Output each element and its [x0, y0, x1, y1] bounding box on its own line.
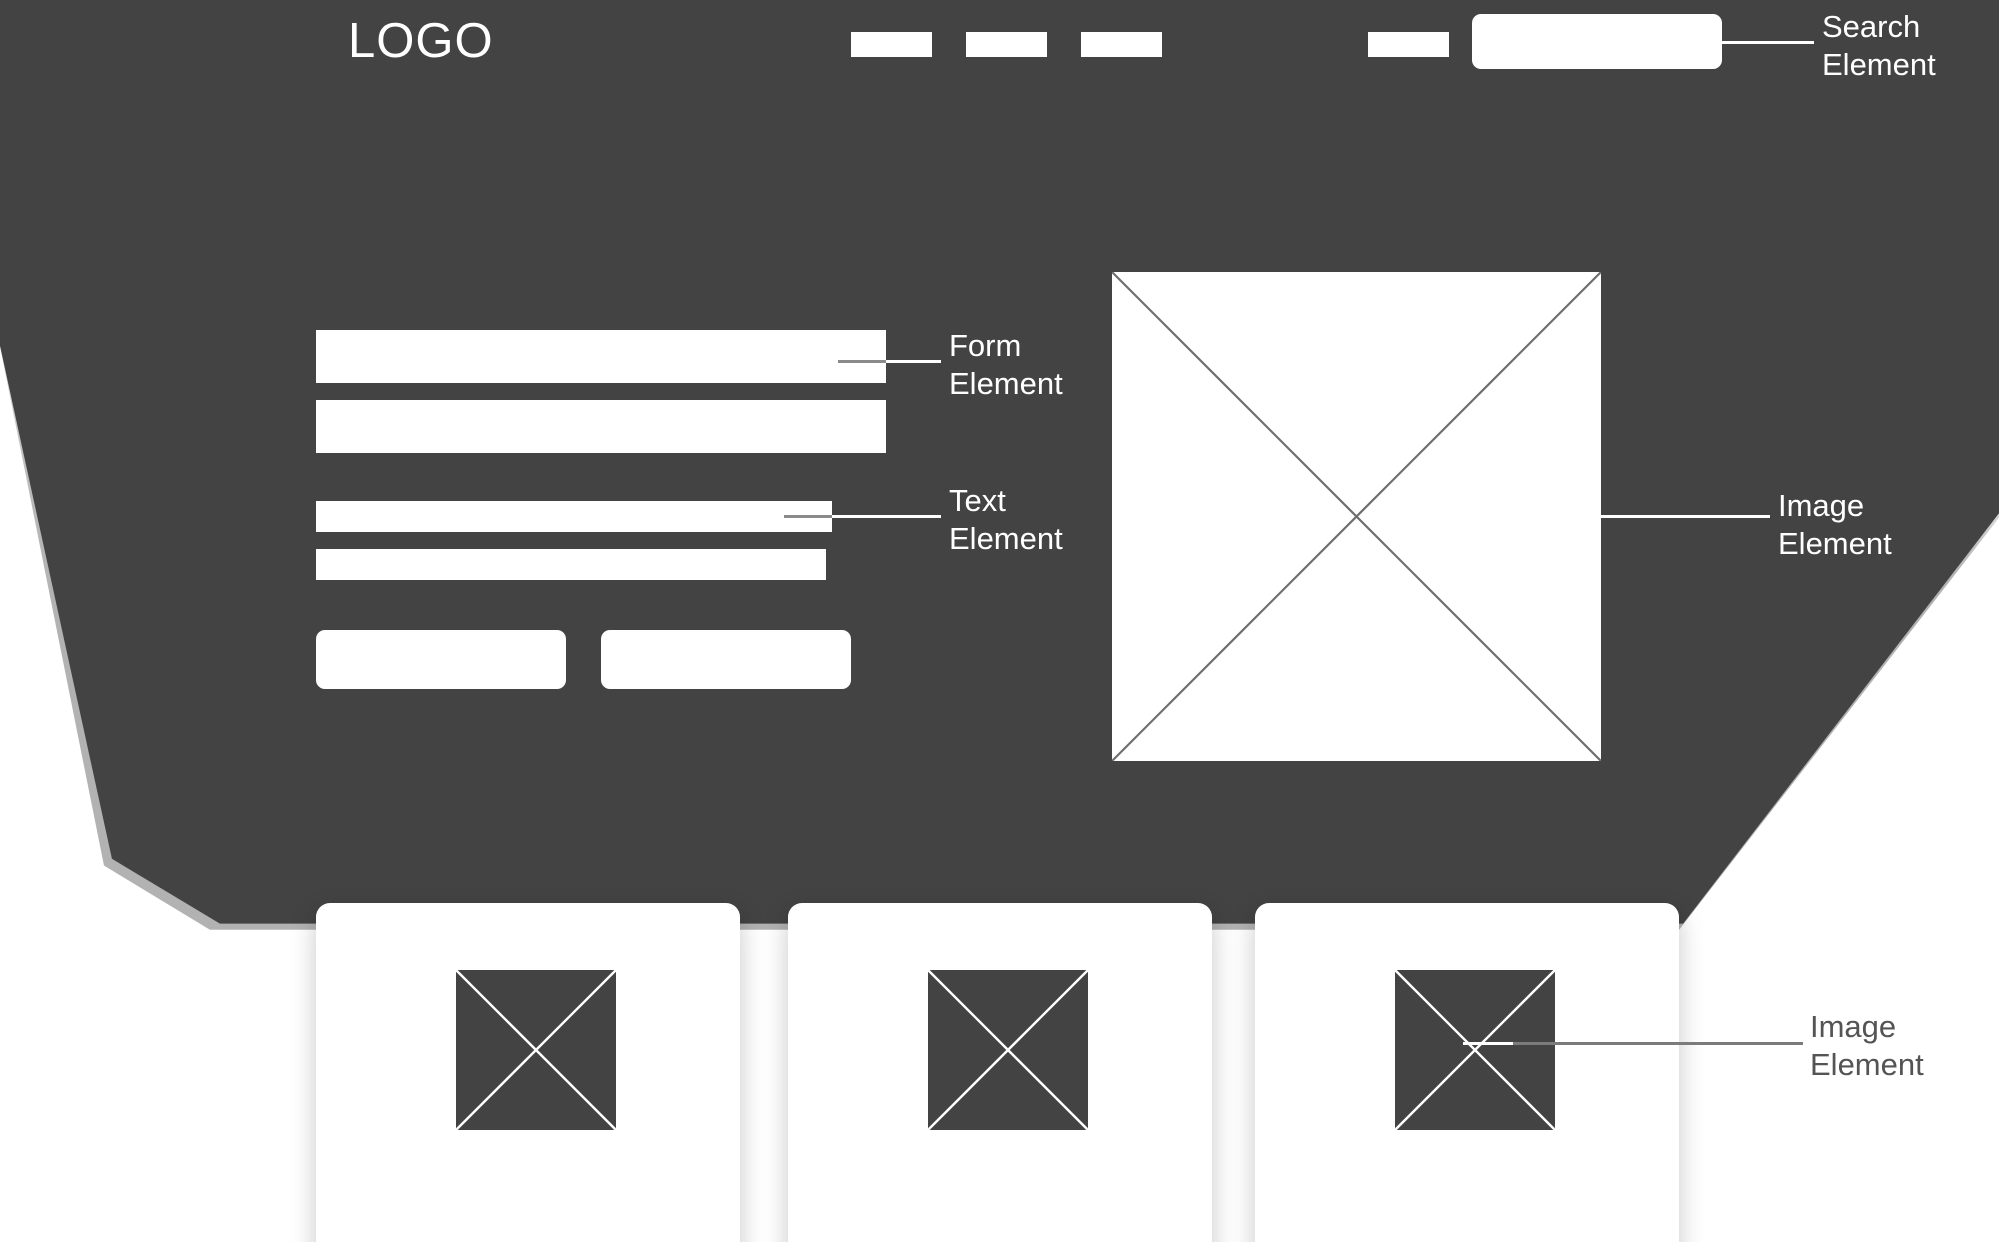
text-line-2 — [316, 549, 826, 580]
card-2-thumbnail — [928, 970, 1088, 1130]
hero-image-placeholder[interactable] — [1112, 272, 1601, 761]
search-callout-label: Search Element — [1822, 9, 1936, 82]
nav-item-1[interactable] — [851, 32, 932, 57]
text-callout-leader-inner — [784, 515, 832, 518]
card-image-callout-leader — [1513, 1042, 1803, 1045]
image-placeholder-icon — [456, 970, 616, 1130]
image-placeholder-icon — [1112, 272, 1601, 761]
secondary-button[interactable] — [601, 630, 851, 689]
nav-item-4[interactable] — [1368, 32, 1449, 57]
image-placeholder-icon — [1395, 970, 1555, 1130]
text-callout-label: Text Element — [949, 483, 1063, 556]
text-line-1 — [316, 501, 832, 532]
form-callout-leader-inner — [838, 360, 886, 363]
form-callout-leader — [886, 360, 941, 363]
form-field-2[interactable] — [316, 400, 886, 453]
primary-button[interactable] — [316, 630, 566, 689]
card-image-callout-leader-inner — [1463, 1042, 1513, 1045]
hero-image-callout-leader — [1540, 515, 1770, 518]
form-callout-label: Form Element — [949, 328, 1063, 401]
nav-item-3[interactable] — [1081, 32, 1162, 57]
card-1[interactable] — [316, 903, 740, 1242]
card-1-thumbnail — [456, 970, 616, 1130]
search-callout-leader — [1716, 41, 1814, 44]
wireframe-canvas: LOGO Search Element Form Element Text El… — [0, 0, 1999, 1242]
form-field-1[interactable] — [316, 330, 886, 383]
image-placeholder-icon — [928, 970, 1088, 1130]
nav-item-2[interactable] — [966, 32, 1047, 57]
logo[interactable]: LOGO — [348, 17, 494, 66]
card-3-thumbnail — [1395, 970, 1555, 1130]
text-callout-leader — [832, 515, 941, 518]
card-image-callout-label: Image Element — [1810, 1009, 1924, 1082]
hero-image-callout-label: Image Element — [1778, 488, 1892, 561]
card-3[interactable] — [1255, 903, 1679, 1242]
main-navigation — [851, 32, 1162, 57]
search-input[interactable] — [1472, 14, 1722, 69]
card-2[interactable] — [788, 903, 1212, 1242]
